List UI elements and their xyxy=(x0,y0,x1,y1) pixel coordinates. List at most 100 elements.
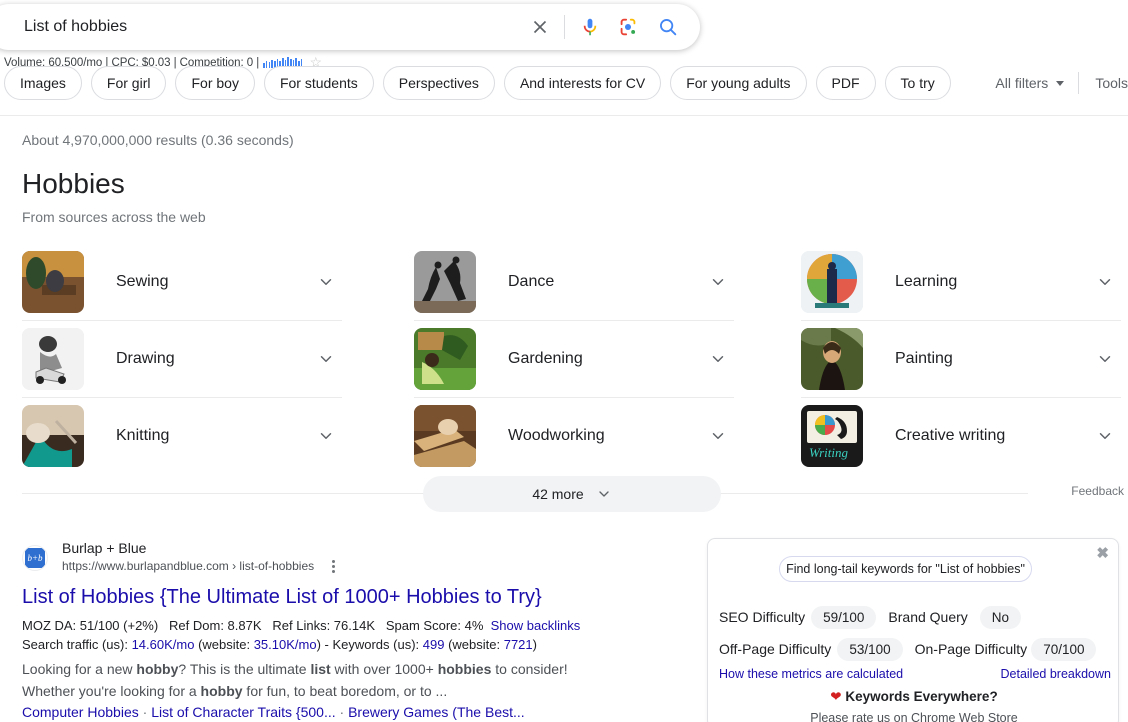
traffic-prefix: Search traffic (us): xyxy=(22,636,132,652)
grid-gap-2 xyxy=(734,244,801,474)
hobby-card-woodworking[interactable]: Woodworking xyxy=(414,405,734,467)
chevron-down-icon[interactable] xyxy=(706,424,730,448)
list-item[interactable]: Writing Creative writing xyxy=(801,398,1121,474)
google-lens-icon[interactable] xyxy=(616,15,640,39)
learning-thumbnail-icon xyxy=(801,251,863,313)
microphone-icon[interactable] xyxy=(578,15,602,39)
close-icon[interactable] xyxy=(528,15,552,39)
chevron-down-icon[interactable] xyxy=(1093,270,1117,294)
sitelink-3[interactable]: Brewery Games (The Best... xyxy=(348,704,525,720)
sitelink-separator: · xyxy=(138,703,152,720)
chevron-down-icon[interactable] xyxy=(1093,424,1117,448)
filter-chip-pdf[interactable]: PDF xyxy=(815,66,876,100)
filter-chip-for-boy[interactable]: For boy xyxy=(175,66,255,100)
snippet-1e: with over 1000+ xyxy=(330,660,438,677)
chevron-down-icon[interactable] xyxy=(314,347,338,371)
filter-chip-for-girl[interactable]: For girl xyxy=(90,66,167,100)
close-icon[interactable]: ✖ xyxy=(1096,544,1109,562)
list-item[interactable]: Gardening xyxy=(414,321,734,398)
list-item[interactable]: Drawing xyxy=(22,321,342,398)
how-metrics-calculated-link[interactable]: How these metrics are calculated xyxy=(719,667,903,681)
traffic-mid2: ) - Keywords (us): xyxy=(316,636,423,652)
filter-chip-perspectives[interactable]: Perspectives xyxy=(382,66,495,100)
result-title-link[interactable]: List of Hobbies {The Ultimate List of 10… xyxy=(22,584,682,610)
find-longtail-keywords-button[interactable]: Find long-tail keywords for "List of hob… xyxy=(779,556,1032,582)
knitting-thumbnail-icon xyxy=(22,405,84,467)
traffic-suffix: ) xyxy=(532,636,537,652)
hobby-card-creative-writing[interactable]: Writing Creative writing xyxy=(801,405,1121,467)
list-item[interactable]: Dance xyxy=(414,244,734,321)
ke-metrics: SEO Difficulty 59/100 Brand Query No Off… xyxy=(719,601,1111,665)
hobby-card-painting[interactable]: Painting xyxy=(801,328,1121,390)
ke-footer: ❤ Keywords Everywhere? xyxy=(708,689,1118,705)
hobby-label: Creative writing xyxy=(895,427,1006,444)
favicon: b+b xyxy=(22,544,48,571)
filter-chip-images[interactable]: Images xyxy=(4,66,82,100)
traffic-site-value[interactable]: 35.10K/mo xyxy=(254,637,317,652)
woodworking-thumbnail-icon xyxy=(414,405,476,467)
filter-chip-interests-for-cv[interactable]: And interests for CV xyxy=(503,66,662,100)
ke-footer-text: Keywords Everywhere? xyxy=(845,689,998,704)
hobby-card-dance[interactable]: Dance xyxy=(414,251,734,313)
search-result-item: b+b Burlap + Blue https://www.burlapandb… xyxy=(22,540,682,720)
search-input[interactable] xyxy=(22,17,528,37)
search-bar-icons xyxy=(528,15,700,39)
hobby-card-knitting[interactable]: Knitting xyxy=(22,405,342,467)
onpage-difficulty-label: On-Page Difficulty xyxy=(914,641,1028,657)
sitelink-2[interactable]: List of Character Traits {500... xyxy=(151,704,335,720)
filter-chip-for-students[interactable]: For students xyxy=(263,66,374,100)
hobbies-column-2: Dance Gardening Woodworking xyxy=(414,244,734,474)
list-item[interactable]: Sewing xyxy=(22,244,342,321)
list-item[interactable]: Knitting xyxy=(22,398,342,474)
snippet-1g: to consider! xyxy=(491,660,568,677)
chevron-down-icon[interactable] xyxy=(706,270,730,294)
more-options-icon[interactable] xyxy=(326,558,340,576)
sitelink-1[interactable]: Computer Hobbies xyxy=(22,704,139,720)
keywords-site-value[interactable]: 7721 xyxy=(504,637,533,652)
filter-chip-for-young-adults[interactable]: For young adults xyxy=(670,66,807,100)
sewing-thumbnail-icon xyxy=(22,251,84,313)
hobby-card-drawing[interactable]: Drawing xyxy=(22,328,342,390)
sitelink-separator: · xyxy=(335,703,349,720)
grid-gap-1 xyxy=(342,244,414,474)
hobby-label: Painting xyxy=(895,350,953,367)
hobby-card-sewing[interactable]: Sewing xyxy=(22,251,342,313)
hobby-card-learning[interactable]: Learning xyxy=(801,251,1121,313)
chevron-down-icon[interactable] xyxy=(314,270,338,294)
ke-metric-row-1: SEO Difficulty 59/100 Brand Query No xyxy=(719,601,1111,633)
show-backlinks-link[interactable]: Show backlinks xyxy=(491,618,581,633)
ke-footer-sub[interactable]: Please rate us on Chrome Web Store xyxy=(708,711,1118,722)
snippet-1a: Looking for a new xyxy=(22,660,137,677)
gardening-thumbnail-icon xyxy=(414,328,476,390)
header-divider xyxy=(0,115,1128,116)
detailed-breakdown-link[interactable]: Detailed breakdown xyxy=(1001,667,1112,681)
list-item[interactable]: Woodworking xyxy=(414,398,734,474)
snippet-1f: hobbies xyxy=(437,660,492,677)
show-more-button[interactable]: 42 more xyxy=(423,476,721,512)
seo-difficulty-label: SEO Difficulty xyxy=(719,609,806,625)
hobby-card-gardening[interactable]: Gardening xyxy=(414,328,734,390)
chevron-down-icon xyxy=(1056,80,1065,86)
keywords-us-value[interactable]: 499 xyxy=(423,637,445,652)
brand-query-label: Brand Query xyxy=(888,609,968,625)
chevron-down-icon[interactable] xyxy=(314,424,338,448)
page-subtitle: From sources across the web xyxy=(22,209,206,225)
chevron-down-icon[interactable] xyxy=(706,347,730,371)
filter-chip-to-try[interactable]: To try xyxy=(884,66,951,100)
list-item[interactable]: Learning xyxy=(801,244,1121,321)
all-filters-button[interactable]: All filters xyxy=(995,75,1078,91)
search-bar[interactable] xyxy=(0,4,700,50)
list-item[interactable]: Painting xyxy=(801,321,1121,398)
ke-metric-row-2: Off-Page Difficulty 53/100 On-Page Diffi… xyxy=(719,633,1111,665)
result-url[interactable]: https://www.burlapandblue.com › list-of-… xyxy=(62,559,314,574)
filters-right-group: All filters Tools xyxy=(995,66,1128,100)
page-title: Hobbies xyxy=(22,168,125,199)
hobbies-column-3: Learning Painting Writing Creative writi… xyxy=(801,244,1121,474)
search-icon[interactable] xyxy=(656,15,680,39)
feedback-link[interactable]: Feedback xyxy=(1071,484,1124,498)
traffic-us-value[interactable]: 14.60K/mo xyxy=(132,637,195,652)
chevron-down-icon[interactable] xyxy=(1093,347,1117,371)
snippet-1d: list xyxy=(310,660,331,677)
tools-button[interactable]: Tools xyxy=(1079,75,1128,91)
result-header: b+b Burlap + Blue https://www.burlapandb… xyxy=(22,540,682,576)
